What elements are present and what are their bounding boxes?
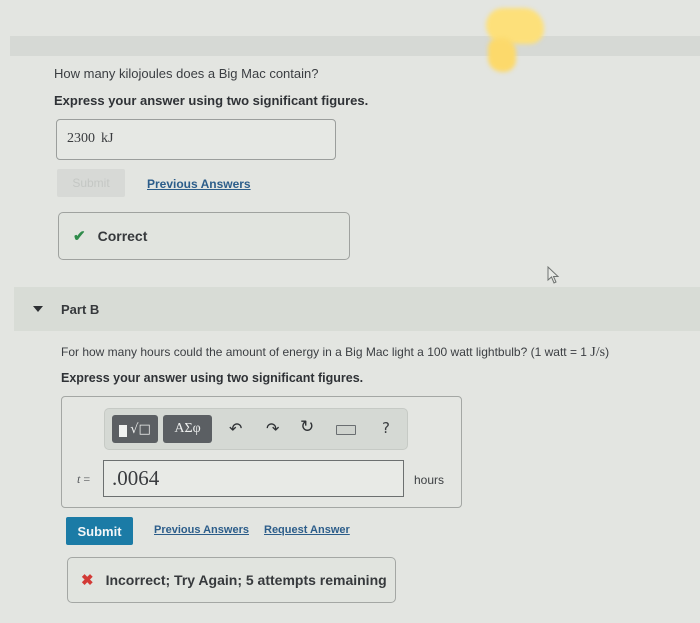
request-answer-link[interactable]: Request Answer bbox=[264, 524, 350, 536]
redo-icon[interactable]: ↷ bbox=[266, 419, 279, 438]
part-b-header[interactable]: Part B bbox=[14, 287, 700, 331]
part-a-submit-button: Submit bbox=[57, 169, 125, 197]
part-b-feedback-text: Incorrect; Try Again; 5 attempts remaini… bbox=[105, 572, 387, 588]
part-a-answer-unit: kJ bbox=[101, 131, 114, 146]
part-b-previous-answers-link[interactable]: Previous Answers bbox=[154, 524, 249, 536]
part-b-question-text: For how many hours could the amount of e… bbox=[61, 345, 591, 359]
x-icon: ✖ bbox=[81, 572, 94, 589]
part-a-instruction: Express your answer using two significan… bbox=[54, 93, 369, 108]
root-template-icon: √□ bbox=[130, 421, 151, 437]
part-b-feedback-box: ✖ Incorrect; Try Again; 5 attempts remai… bbox=[67, 557, 396, 603]
part-a-answer-field: 2300 kJ bbox=[56, 119, 336, 160]
part-b-answer-panel: √□ ΑΣφ ↶ ↷ ↻ ? t = .0064 hours bbox=[61, 396, 462, 508]
greek-symbols-button[interactable]: ΑΣφ bbox=[163, 415, 212, 443]
keyboard-icon[interactable] bbox=[336, 425, 356, 435]
templates-button[interactable]: √□ bbox=[112, 415, 158, 443]
part-b-answer-unit: hours bbox=[414, 473, 445, 487]
part-b-question: For how many hours could the amount of e… bbox=[61, 345, 609, 361]
answer-variable-label: t = bbox=[77, 472, 90, 487]
equals-sign: = bbox=[80, 472, 91, 486]
reset-icon[interactable]: ↻ bbox=[300, 417, 314, 437]
part-a-question: How many kilojoules does a Big Mac conta… bbox=[54, 66, 319, 81]
template-square-icon bbox=[119, 425, 128, 437]
mouse-cursor-icon bbox=[547, 266, 560, 284]
part-b-question-end: ) bbox=[605, 345, 610, 359]
part-b-submit-button[interactable]: Submit bbox=[66, 517, 133, 545]
part-b-question-math: J/s bbox=[590, 345, 606, 360]
part-b-answer-input[interactable]: .0064 bbox=[103, 460, 404, 497]
part-a-answer-value: 2300 bbox=[67, 131, 95, 146]
undo-icon[interactable]: ↶ bbox=[229, 419, 242, 438]
part-b-instruction: Express your answer using two significan… bbox=[61, 371, 364, 385]
caret-down-icon bbox=[33, 306, 43, 312]
part-a-feedback-box: ✔ Correct bbox=[58, 212, 350, 260]
part-a-previous-answers-link[interactable]: Previous Answers bbox=[147, 177, 251, 191]
section-divider-band bbox=[10, 36, 700, 56]
math-toolbar: √□ ΑΣφ ↶ ↷ ↻ ? bbox=[104, 408, 408, 450]
check-icon: ✔ bbox=[73, 228, 86, 245]
part-a-feedback-text: Correct bbox=[97, 228, 148, 244]
help-button[interactable]: ? bbox=[382, 419, 390, 437]
part-b-title: Part B bbox=[61, 301, 100, 317]
